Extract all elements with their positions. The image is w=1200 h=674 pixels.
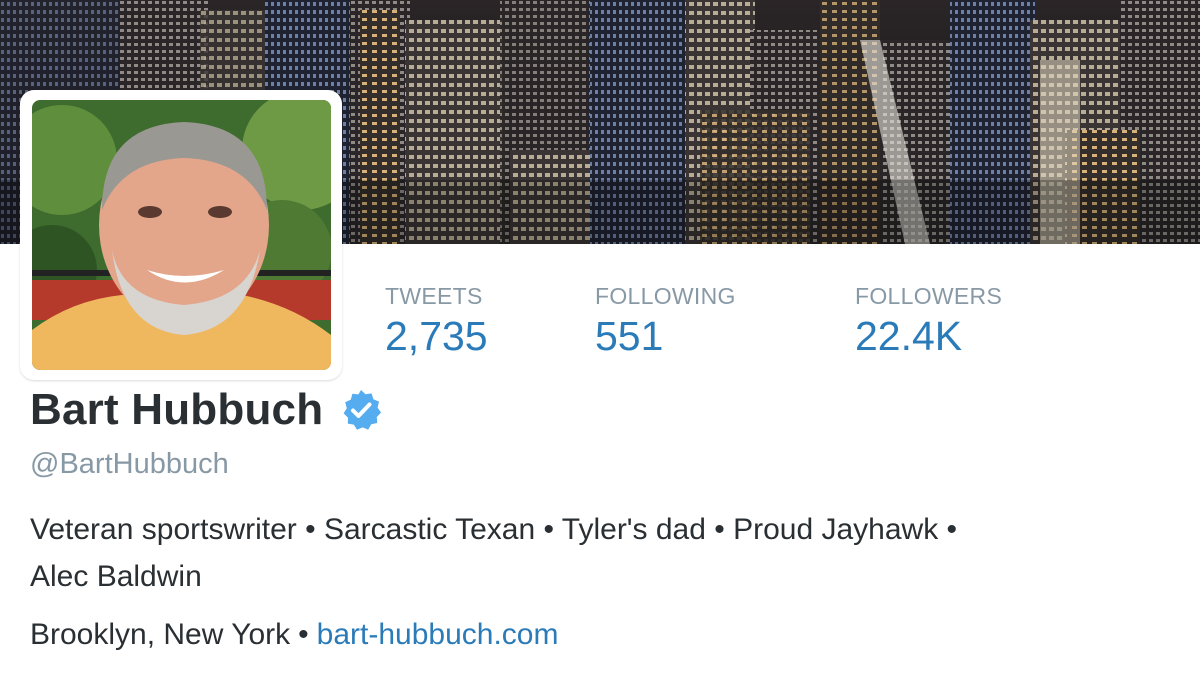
profile-location-row: Brooklyn, New York • bart-hubbuch.com [30, 615, 558, 655]
screen-name[interactable]: @BartHubbuch [30, 446, 229, 482]
stat-followers-label: FOLLOWERS [855, 283, 1003, 309]
bio-line-1: Veteran sportswriter • Sarcastic Texan •… [30, 513, 958, 546]
location-separator: • [298, 618, 309, 651]
profile-stats: TWEETS 2,735 FOLLOWING 551 FOLLOWERS 22.… [0, 282, 1200, 362]
profile-location: Brooklyn, New York [30, 618, 291, 651]
profile-bio: Veteran sportswriter • Sarcastic Texan •… [30, 506, 1200, 600]
stat-followers[interactable]: FOLLOWERS 22.4K [855, 282, 1002, 360]
stat-tweets-value: 2,735 [385, 313, 488, 359]
profile-name[interactable]: Bart Hubbuch [30, 385, 323, 435]
verified-badge-icon[interactable] [339, 388, 383, 432]
bio-line-2: Alec Baldwin [30, 560, 202, 593]
stat-following[interactable]: FOLLOWING 551 [595, 282, 736, 360]
profile-website-link[interactable]: bart-hubbuch.com [317, 618, 559, 651]
stat-followers-value: 22.4K [855, 313, 963, 359]
stat-following-value: 551 [595, 313, 664, 359]
stat-tweets-label: TWEETS [385, 283, 483, 309]
stat-tweets[interactable]: TWEETS 2,735 [385, 282, 488, 360]
profile-name-row: Bart Hubbuch [30, 384, 383, 436]
stat-following-label: FOLLOWING [595, 283, 736, 309]
